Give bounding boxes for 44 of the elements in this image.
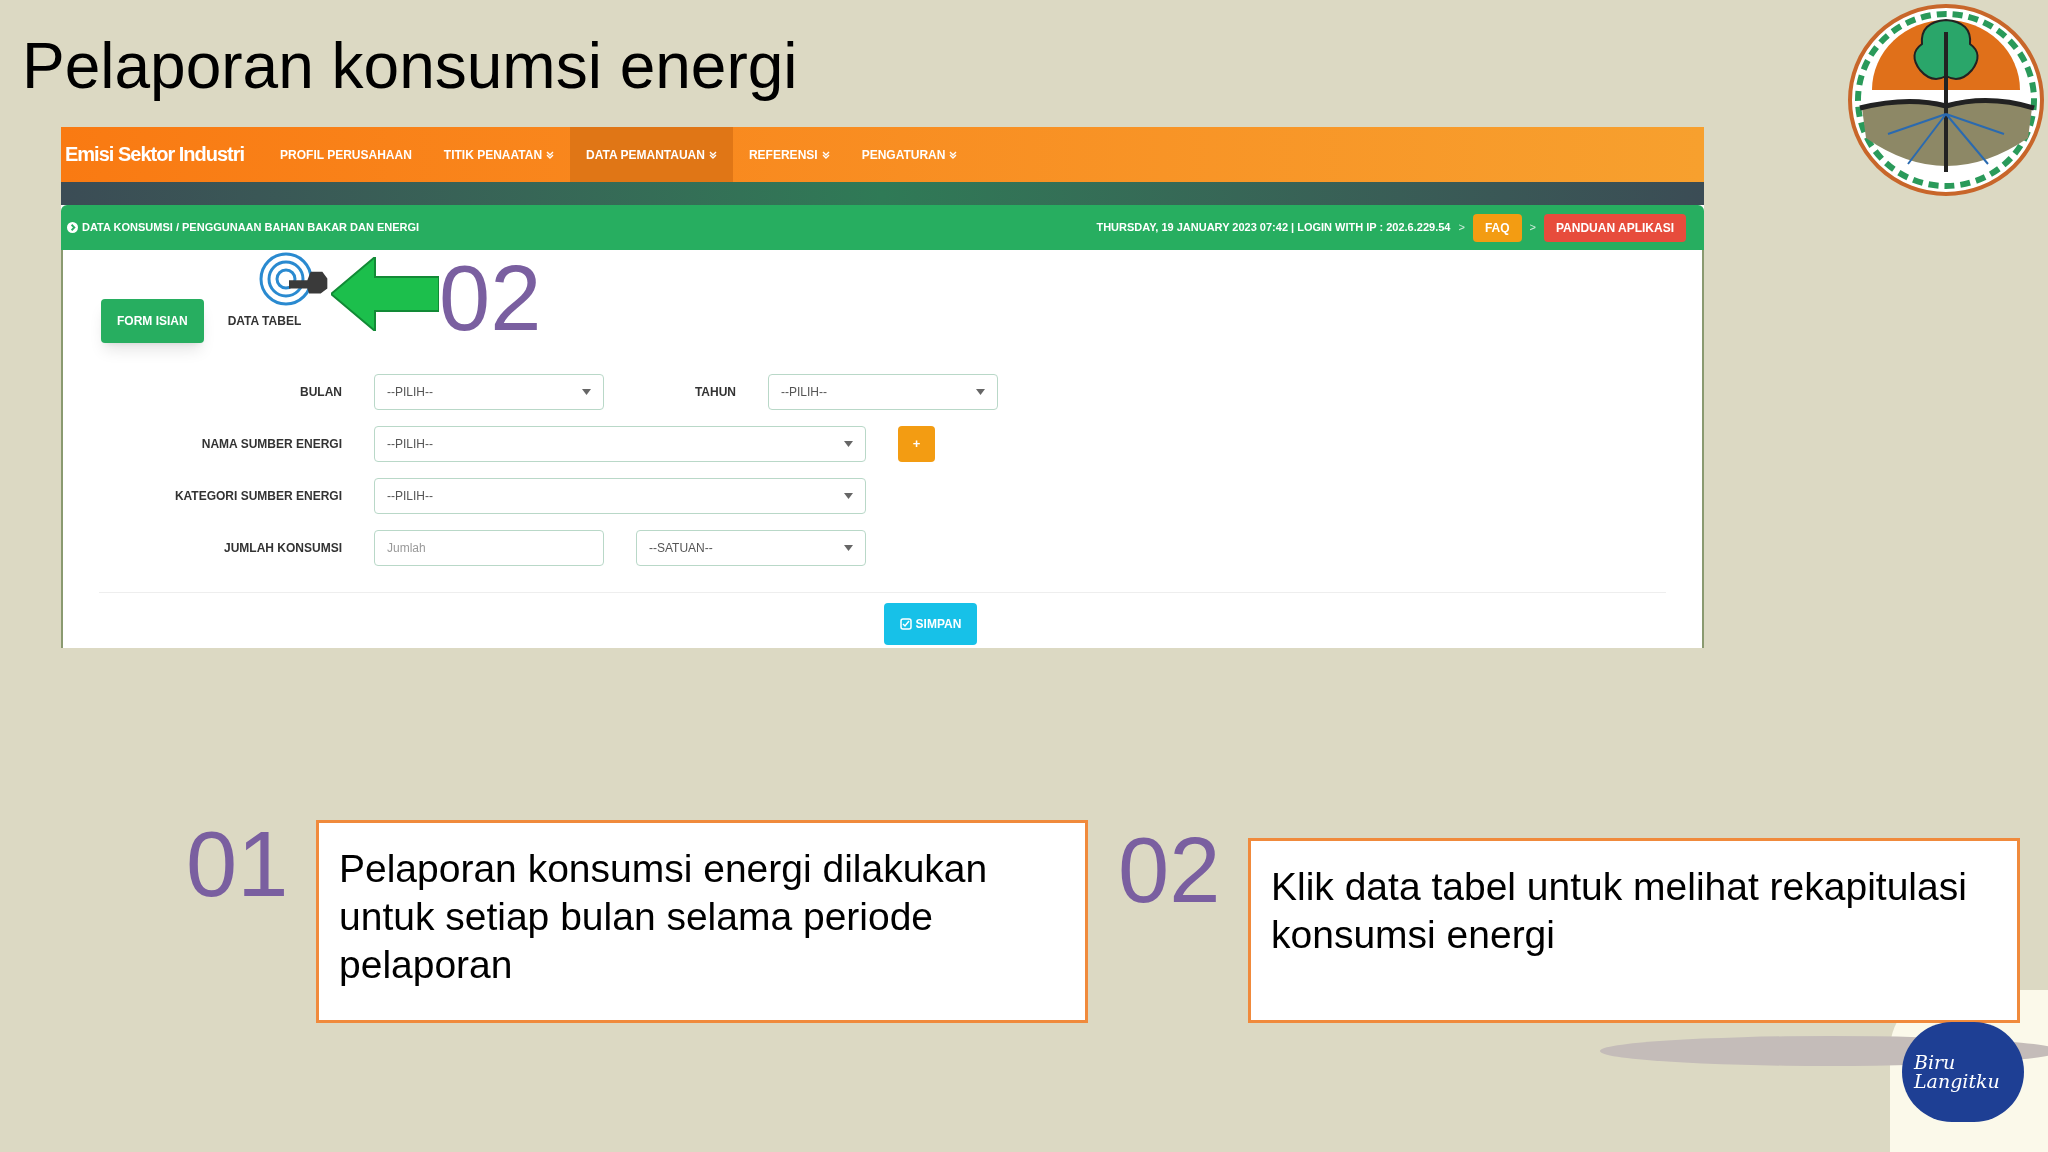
field-label: JUMLAH KONSUMSI	[223, 540, 342, 557]
callout-number: 02	[439, 252, 542, 344]
note-text: Klik data tabel untuk melihat rekapitulasi konsumsi energi	[1271, 864, 1968, 958]
dropdown-arrow-icon	[976, 389, 985, 395]
step-number: 02	[1118, 824, 1221, 916]
tab[interactable]: FORM ISIAN	[101, 299, 204, 343]
dropdown-arrow-icon	[844, 441, 853, 447]
logo-text: Langitku	[1914, 1072, 2000, 1091]
dropdown-arrow-icon	[582, 389, 591, 395]
tab[interactable]: DATA TABEL	[223, 312, 306, 330]
dropdown-field[interactable]: --SATUAN--	[636, 530, 866, 566]
logo-text: Biru	[1914, 1053, 1956, 1072]
arrow-icon	[331, 257, 439, 331]
nav-menu-item[interactable]: DATA PEMANTAUAN	[570, 127, 733, 182]
dropdown-field[interactable]: --PILIH--	[768, 374, 998, 410]
dropdown-field[interactable]: --PILIH--	[374, 374, 604, 410]
amount-input-field[interactable]: Jumlah	[374, 530, 604, 566]
field-label: NAMA SUMBER ENERGI	[200, 436, 342, 453]
session-info-text: THURSDAY, 19 JANUARY 2023 07:42 | LOGIN WITH IP : 202.6.229.54	[1096, 220, 1451, 236]
nav-menu-item[interactable]: REFERENSI	[732, 127, 846, 182]
separator-text: >	[1529, 220, 1536, 236]
step-number: 01	[186, 818, 289, 910]
dropdown-field[interactable]: --PILIH--	[374, 426, 866, 462]
save-button[interactable]: SIMPAN	[883, 603, 978, 645]
chevron-circle-icon	[67, 222, 78, 233]
nav-menu-item[interactable]: PROFIL PERUSAHAAN	[264, 127, 428, 182]
note-text: Pelaporan konsumsi energi dilakukan untuk setiap bulan selama periode pelaporan	[339, 846, 989, 988]
guide-button[interactable]: PANDUAN APLIKASI	[1544, 213, 1686, 242]
field-label: BULAN	[299, 384, 342, 401]
click-ripple-icon	[259, 252, 313, 306]
brand-logo: Emisi Sektor Industri	[65, 142, 245, 167]
dropdown-field[interactable]: --PILIH--	[374, 478, 866, 514]
nav-menu-item[interactable]: TITIK PENAATAN	[427, 127, 571, 182]
add-button[interactable]: +	[898, 426, 935, 462]
field-label: TAHUN	[693, 384, 736, 401]
nav-menu-item[interactable]: PENGATURAN	[845, 127, 974, 182]
faq-button[interactable]: FAQ	[1472, 213, 1522, 242]
dropdown-arrow-icon	[844, 493, 853, 499]
field-label: KATEGORI SUMBER ENERGI	[173, 488, 342, 505]
checkbox-icon	[899, 618, 912, 630]
slide-title: Pelaporan konsumsi energi	[22, 29, 798, 104]
dropdown-arrow-icon	[844, 545, 853, 551]
separator-text: >	[1458, 220, 1465, 236]
breadcrumb-text: DATA KONSUMSI / PENGGUNAAN BAHAN BAKAR DAN ENERGI	[82, 220, 420, 236]
